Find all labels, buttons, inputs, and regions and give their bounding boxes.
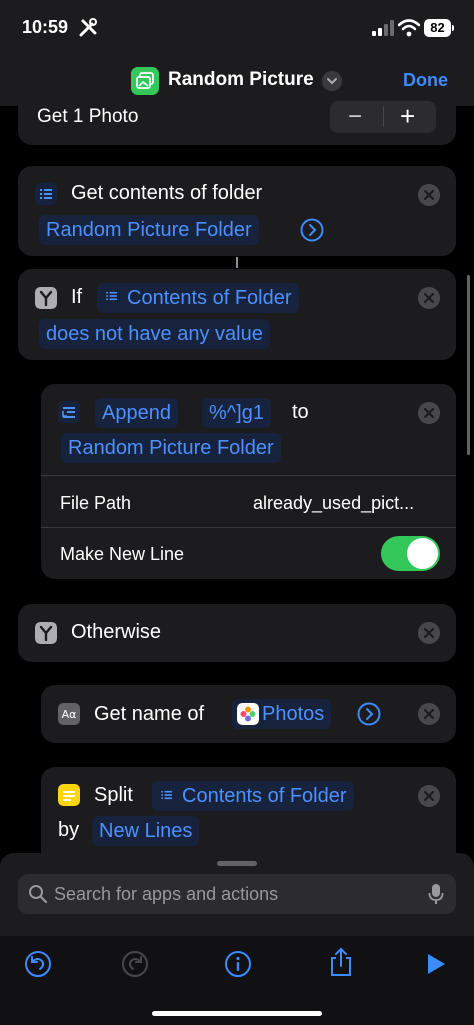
connector-line xyxy=(236,257,238,268)
if-var-token[interactable]: Contents of Folder xyxy=(97,283,299,313)
list-icon xyxy=(106,291,117,301)
append-icon xyxy=(58,401,80,423)
battery-tip xyxy=(452,25,454,31)
branch-icon xyxy=(35,622,57,644)
close-icon[interactable] xyxy=(418,184,440,206)
close-icon[interactable] xyxy=(418,402,440,424)
file-path-label: File Path xyxy=(60,493,132,513)
battery-icon: 82 xyxy=(424,19,451,37)
search-icon xyxy=(29,885,48,904)
file-path-value[interactable]: already_used_pict... xyxy=(253,493,414,514)
share-icon[interactable] xyxy=(327,947,355,977)
done-button[interactable]: Done xyxy=(403,70,448,91)
undo-icon[interactable] xyxy=(24,950,52,978)
status-time: 10:59 xyxy=(22,17,69,37)
arrow-right-icon[interactable] xyxy=(357,702,381,726)
split-var-token[interactable]: Contents of Folder xyxy=(152,781,354,811)
mic-icon[interactable] xyxy=(428,883,444,905)
arrow-right-icon[interactable] xyxy=(300,218,324,242)
sheet-grabber[interactable] xyxy=(217,861,257,866)
otherwise-label: Otherwise xyxy=(71,621,162,643)
search-bar[interactable]: Search for apps and actions xyxy=(18,874,456,914)
chevron-down-icon[interactable] xyxy=(322,71,342,91)
home-indicator[interactable] xyxy=(152,1011,322,1016)
split-sep-token[interactable]: New Lines xyxy=(92,816,200,846)
new-line-label: Make New Line xyxy=(60,544,185,564)
scroll-indicator[interactable] xyxy=(467,275,470,455)
split-by-label: by xyxy=(58,819,80,841)
list-icon xyxy=(161,790,172,800)
wifi-icon xyxy=(398,19,420,37)
photo-app-icon[interactable] xyxy=(131,67,159,95)
signal-icon xyxy=(372,20,394,36)
play-icon[interactable] xyxy=(424,952,448,976)
status-bar: 10:59 82 xyxy=(0,0,474,56)
close-icon[interactable] xyxy=(418,785,440,807)
get-name-label: Get name of xyxy=(94,703,205,725)
split-verb: Split xyxy=(94,784,133,806)
redo-icon[interactable] xyxy=(121,950,149,978)
append-verb-token[interactable]: Append xyxy=(95,398,178,428)
if-condition-token[interactable]: does not have any value xyxy=(39,319,270,349)
action-sheet: Search for apps and actions xyxy=(0,853,474,1025)
branch-icon xyxy=(35,287,57,309)
if-var-label: Contents of Folder xyxy=(127,287,292,309)
new-line-toggle[interactable] xyxy=(381,536,440,571)
close-icon[interactable] xyxy=(418,703,440,725)
append-divider-1 xyxy=(41,475,456,476)
photos-icon xyxy=(237,703,259,725)
close-icon[interactable] xyxy=(418,622,440,644)
text-icon: Aα xyxy=(58,703,80,725)
stepper-minus[interactable]: − xyxy=(348,103,362,131)
append-target-token[interactable]: Random Picture Folder xyxy=(61,433,281,463)
close-icon[interactable] xyxy=(418,287,440,309)
info-icon[interactable] xyxy=(224,950,252,978)
split-var-label: Contents of Folder xyxy=(182,785,347,807)
folder-token[interactable]: Random Picture Folder xyxy=(39,215,259,245)
photo-count-stepper[interactable]: − + xyxy=(330,101,436,133)
append-divider-2 xyxy=(41,527,456,528)
tools-icon xyxy=(79,18,97,37)
append-value-token[interactable]: %^]g1 xyxy=(202,398,271,428)
shortcut-title[interactable]: Random Picture xyxy=(168,69,314,91)
append-to-label: to xyxy=(292,401,309,423)
search-input[interactable]: Search for apps and actions xyxy=(54,884,278,905)
svg-text:Aα: Aα xyxy=(62,708,77,721)
if-keyword: If xyxy=(71,286,83,308)
note-icon xyxy=(58,784,80,806)
toggle-knob xyxy=(407,538,438,569)
stepper-plus[interactable]: + xyxy=(400,101,415,132)
photos-token-label: Photos xyxy=(262,703,325,725)
get-folder-label: Get contents of folder xyxy=(71,182,263,204)
list-icon xyxy=(35,183,57,205)
get-photo-label: Get 1 Photo xyxy=(37,106,139,127)
stepper-divider xyxy=(383,107,384,127)
